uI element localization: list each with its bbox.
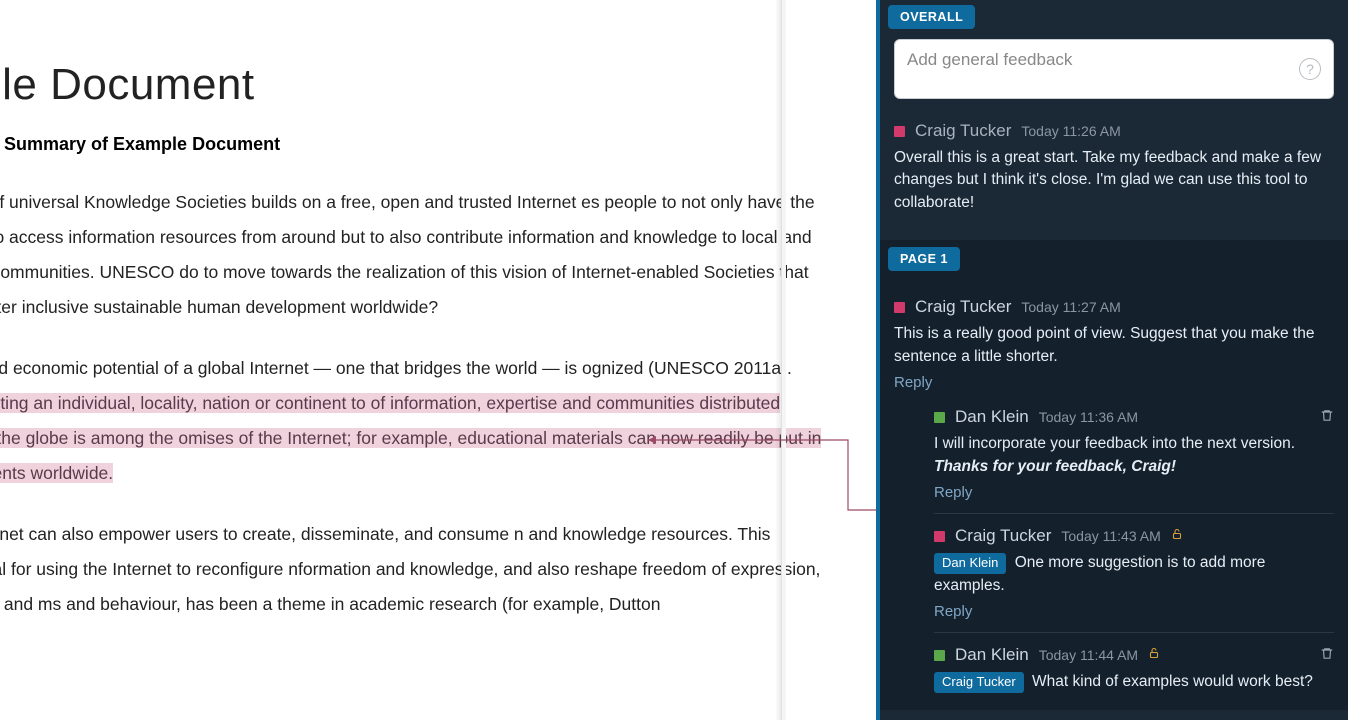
comment[interactable]: Craig Tucker Today 11:27 AM This is a re… xyxy=(894,289,1334,395)
comment-author: Craig Tucker xyxy=(915,297,1011,317)
comment-timestamp: Today 11:44 AM xyxy=(1039,647,1138,663)
comment-text: Craig Tucker What kind of examples would… xyxy=(934,671,1334,693)
trash-icon[interactable] xyxy=(1320,408,1334,427)
general-feedback-input[interactable]: Add general feedback ? xyxy=(894,39,1334,99)
comment[interactable]: Craig Tucker Today 11:43 AM Dan Klein On… xyxy=(934,518,1334,633)
page1-thread: Craig Tucker Today 11:27 AM This is a re… xyxy=(880,281,1348,705)
lock-icon xyxy=(1171,527,1183,545)
paragraph: civic and economic potential of a global… xyxy=(0,351,836,491)
comment-text-plain: What kind of examples would work best? xyxy=(1032,673,1313,690)
document-title: mple Document xyxy=(0,60,836,110)
reply-list: Dan Klein Today 11:36 AM I will incorpor… xyxy=(934,399,1334,705)
reply-button[interactable]: Reply xyxy=(934,484,1334,501)
comment-header: Dan Klein Today 11:44 AM xyxy=(934,645,1334,665)
mention-chip[interactable]: Craig Tucker xyxy=(934,672,1024,693)
comment-text: Overall this is a great start. Take my f… xyxy=(894,147,1334,214)
comment-text: This is a really good point of view. Sug… xyxy=(894,323,1334,368)
comment-header: Craig Tucker Today 11:27 AM xyxy=(894,297,1334,317)
page-edge xyxy=(781,0,786,720)
paragraph-text: civic and economic potential of a global… xyxy=(0,358,792,378)
document-pane: mple Document Summary of Example Documen… xyxy=(0,0,876,720)
author-swatch xyxy=(934,650,945,661)
overall-thread: Craig Tucker Today 11:26 AM Overall this… xyxy=(880,113,1348,240)
comment[interactable]: Dan Klein Today 11:36 AM I will incorpor… xyxy=(934,399,1334,514)
comment: Craig Tucker Today 11:26 AM Overall this… xyxy=(894,113,1334,226)
author-swatch xyxy=(894,126,905,137)
comment-timestamp: Today 11:26 AM xyxy=(1021,123,1120,139)
author-swatch xyxy=(894,302,905,313)
comment-timestamp: Today 11:27 AM xyxy=(1021,299,1120,315)
document-subtitle: Summary of Example Document xyxy=(4,134,836,155)
overall-badge: OVERALL xyxy=(888,5,975,29)
comment-author: Craig Tucker xyxy=(955,526,1051,546)
comment-header: Craig Tucker Today 11:26 AM xyxy=(894,121,1334,141)
page1-badge: PAGE 1 xyxy=(888,247,960,271)
comment-author: Dan Klein xyxy=(955,407,1029,427)
help-icon[interactable]: ? xyxy=(1299,58,1321,80)
author-swatch xyxy=(934,531,945,542)
page1-section: PAGE 1 Craig Tucker Today 11:27 AM This … xyxy=(880,240,1348,709)
paragraph: he Internet can also empower users to cr… xyxy=(0,517,836,622)
reply-button[interactable]: Reply xyxy=(894,374,1334,391)
comment[interactable]: Dan Klein Today 11:44 AM Craig Tucker xyxy=(934,637,1334,705)
comment-text: I will incorporate your feedback into th… xyxy=(934,433,1334,478)
comments-pane: OVERALL Add general feedback ? Craig Tuc… xyxy=(876,0,1348,720)
author-swatch xyxy=(934,412,945,423)
mention-chip[interactable]: Dan Klein xyxy=(934,553,1006,574)
highlighted-text[interactable]: Connecting an individual, locality, nati… xyxy=(0,393,821,483)
comment-timestamp: Today 11:43 AM xyxy=(1061,528,1160,544)
document-body: vision of universal Knowledge Societies … xyxy=(0,185,836,622)
feedback-placeholder: Add general feedback xyxy=(907,50,1072,69)
comment-author: Craig Tucker xyxy=(915,121,1011,141)
lock-icon xyxy=(1148,646,1160,664)
comment-author: Dan Klein xyxy=(955,645,1029,665)
comment-header: Craig Tucker Today 11:43 AM xyxy=(934,526,1334,546)
trash-icon[interactable] xyxy=(1320,646,1334,665)
reply-button[interactable]: Reply xyxy=(934,603,1334,620)
comment-text-plain: I will incorporate your feedback into th… xyxy=(934,435,1295,452)
comment-timestamp: Today 11:36 AM xyxy=(1039,409,1138,425)
paragraph: vision of universal Knowledge Societies … xyxy=(0,185,836,325)
comment-text: Dan Klein One more suggestion is to add … xyxy=(934,552,1334,597)
comment-header: Dan Klein Today 11:36 AM xyxy=(934,407,1334,427)
comment-text-emph: Thanks for your feedback, Craig! xyxy=(934,458,1176,475)
